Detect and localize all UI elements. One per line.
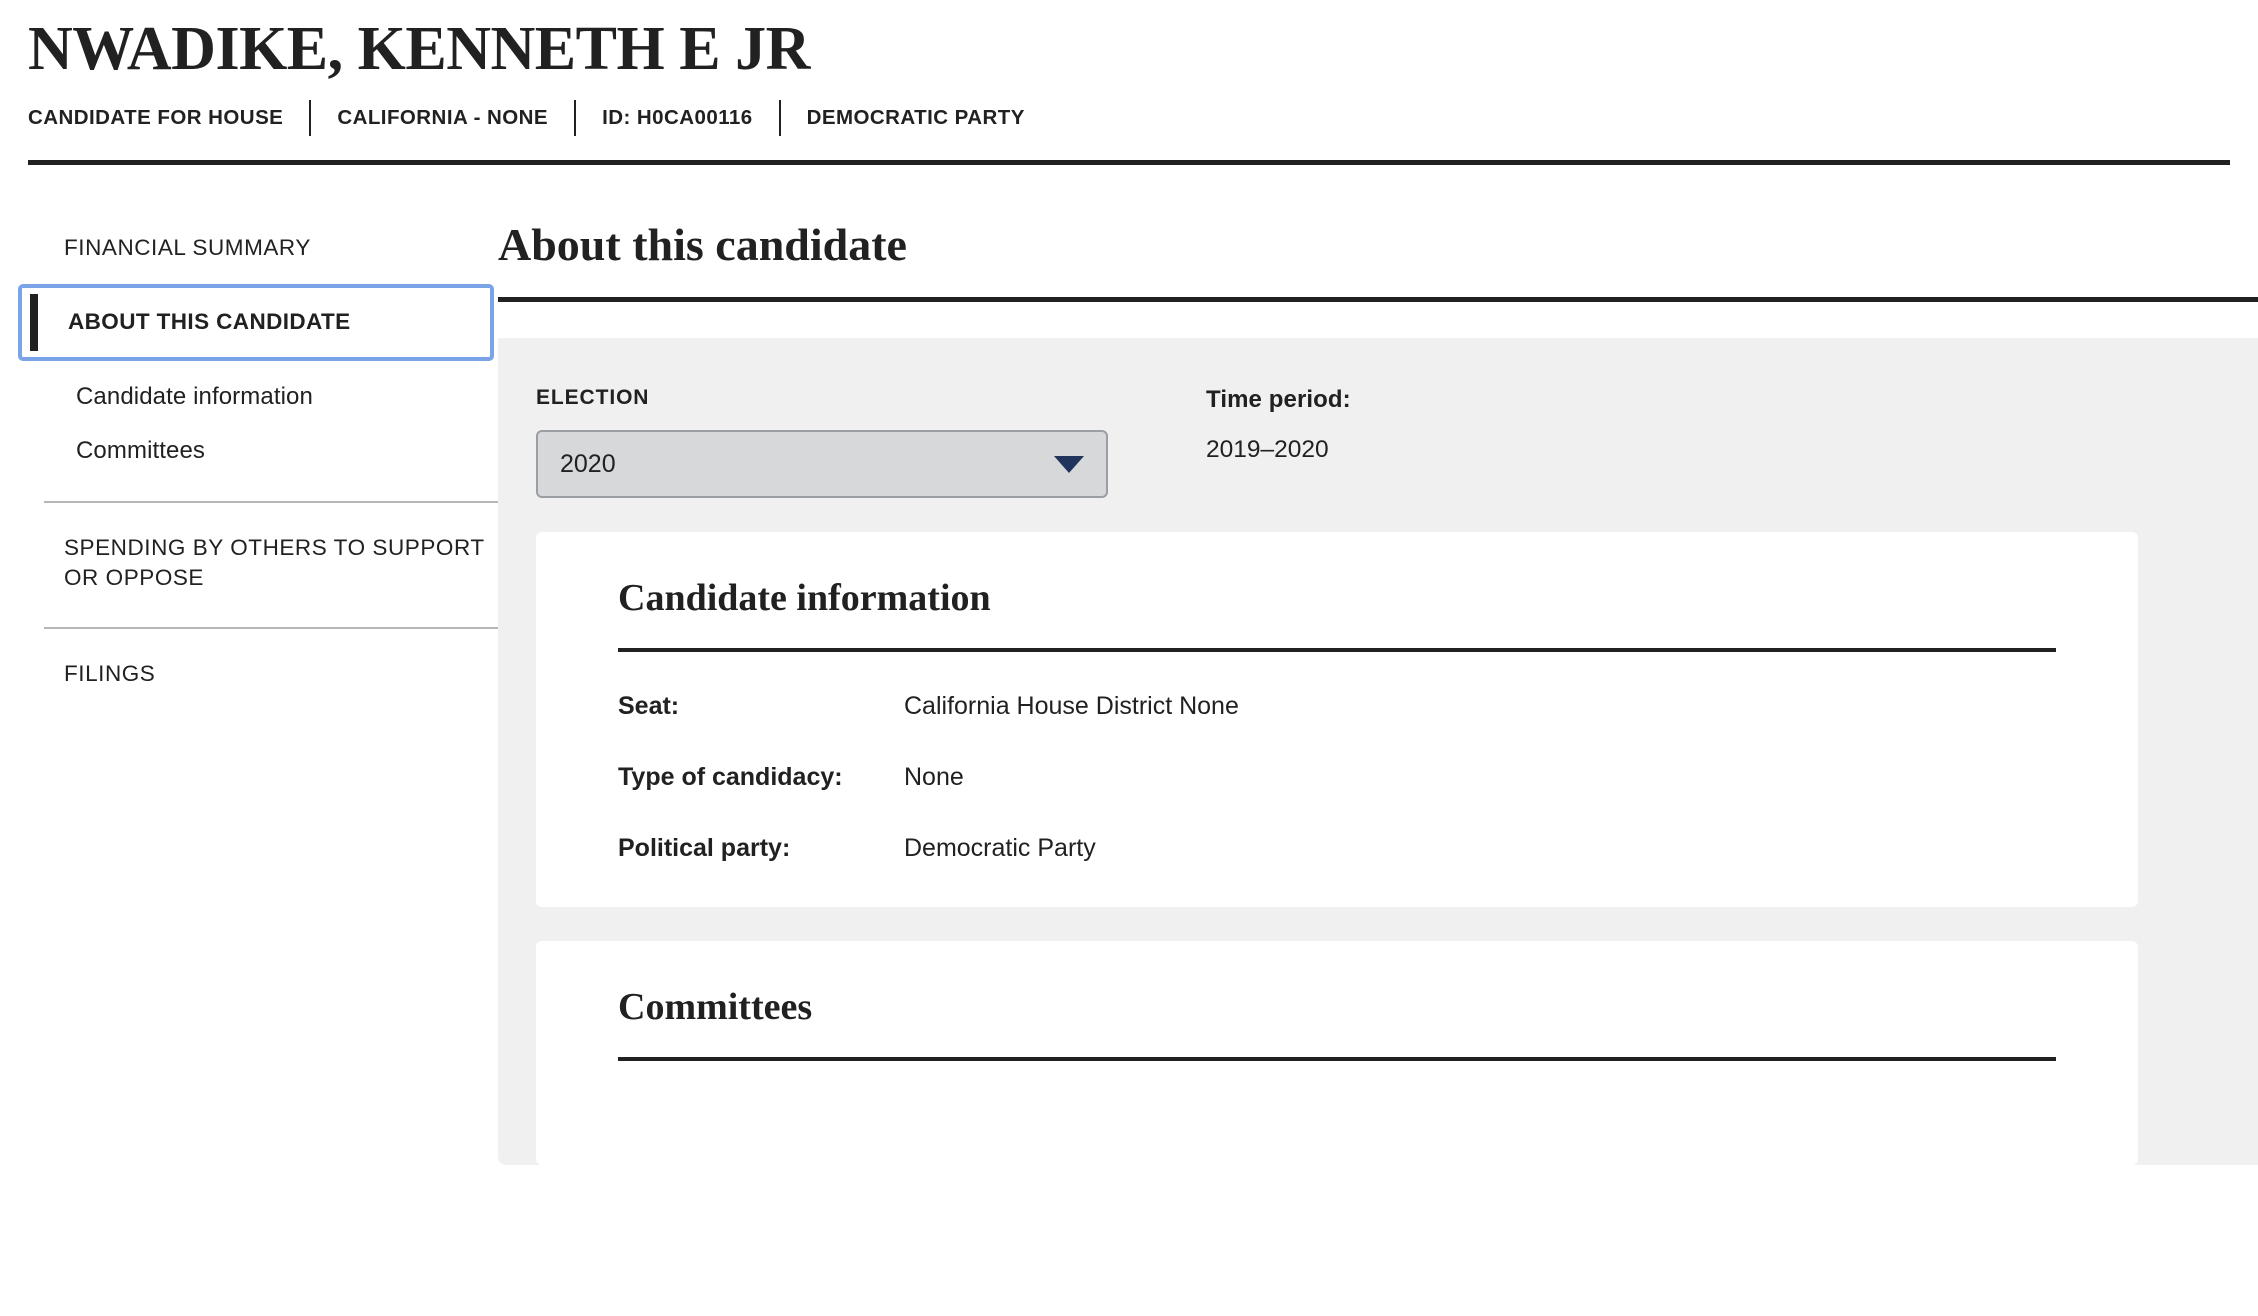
sidebar-item-financial-summary[interactable]: FINANCIAL SUMMARY: [18, 221, 498, 275]
main-heading-rule: [498, 297, 2258, 303]
detail-row: Seat: California House District None: [618, 692, 2056, 721]
meta-state-district: CALIFORNIA - NONE: [337, 106, 549, 129]
page-body: FINANCIAL SUMMARY ABOUT THIS CANDIDATE C…: [0, 219, 2258, 1199]
committees-title: Committees: [618, 986, 813, 1029]
election-selector-block: ELECTION 2020: [536, 386, 1108, 499]
sidebar-item-filings[interactable]: FILINGS: [18, 647, 498, 701]
about-candidate-panel: ELECTION 2020 Time period: 2019–2020 Can…: [498, 338, 2258, 1166]
main-content: About this candidate ELECTION 2020 Time …: [498, 219, 2258, 1199]
time-period-label: Time period:: [1206, 386, 1351, 414]
panel-controls: ELECTION 2020 Time period: 2019–2020: [536, 386, 2258, 532]
election-label: ELECTION: [536, 386, 650, 410]
sidebar-item-candidate-information[interactable]: Candidate information: [18, 370, 498, 424]
candidate-meta-row: CANDIDATE FOR HOUSE CALIFORNIA - NONE ID…: [28, 100, 2218, 136]
meta-office: CANDIDATE FOR HOUSE: [28, 106, 284, 129]
meta-divider: [309, 100, 312, 136]
meta-divider: [574, 100, 577, 136]
main-heading: About this candidate: [498, 219, 907, 270]
detail-row: Political party: Democratic Party: [618, 834, 2056, 863]
time-period-value: 2019–2020: [1206, 436, 1329, 464]
candidate-information-card: Candidate information Seat: California H…: [536, 532, 2138, 908]
meta-candidate-id: ID: H0CA00116: [602, 106, 753, 129]
chevron-down-icon: [1054, 455, 1084, 473]
political-party-label: Political party:: [618, 834, 791, 863]
type-of-candidacy-label: Type of candidacy:: [618, 763, 843, 792]
seat-value: California House District None: [904, 692, 1239, 721]
type-of-candidacy-value: None: [904, 763, 964, 792]
seat-label: Seat:: [618, 692, 680, 721]
sidebar-item-spending-by-others[interactable]: SPENDING BY OTHERS TO SUPPORT OR OPPOSE: [18, 521, 498, 606]
detail-row: Type of candidacy: None: [618, 763, 2056, 792]
sidebar-divider: [44, 500, 504, 503]
election-select-value: 2020: [560, 449, 616, 478]
meta-party: DEMOCRATIC PARTY: [806, 106, 1025, 129]
sidebar-item-label: ABOUT THIS CANDIDATE: [68, 309, 351, 335]
time-period-block: Time period: 2019–2020: [1206, 386, 1351, 464]
candidate-information-title: Candidate information: [618, 577, 991, 620]
election-select[interactable]: 2020: [536, 430, 1108, 499]
header-rule: [28, 160, 2230, 165]
political-party-value: Democratic Party: [904, 834, 1096, 863]
sidebar-item-about-this-candidate[interactable]: ABOUT THIS CANDIDATE: [18, 284, 494, 361]
sidebar: FINANCIAL SUMMARY ABOUT THIS CANDIDATE C…: [0, 221, 504, 702]
committees-body: [536, 1061, 2138, 1165]
page-header: NWADIKE, KENNETH E JR CANDIDATE FOR HOUS…: [0, 0, 2258, 136]
committees-card: Committees: [536, 941, 2138, 1166]
meta-divider: [778, 100, 781, 136]
candidate-information-body: Seat: California House District None Typ…: [536, 652, 2138, 907]
sidebar-divider: [44, 627, 504, 630]
sidebar-item-committees[interactable]: Committees: [18, 424, 498, 478]
page-title: NWADIKE, KENNETH E JR: [28, 15, 810, 83]
